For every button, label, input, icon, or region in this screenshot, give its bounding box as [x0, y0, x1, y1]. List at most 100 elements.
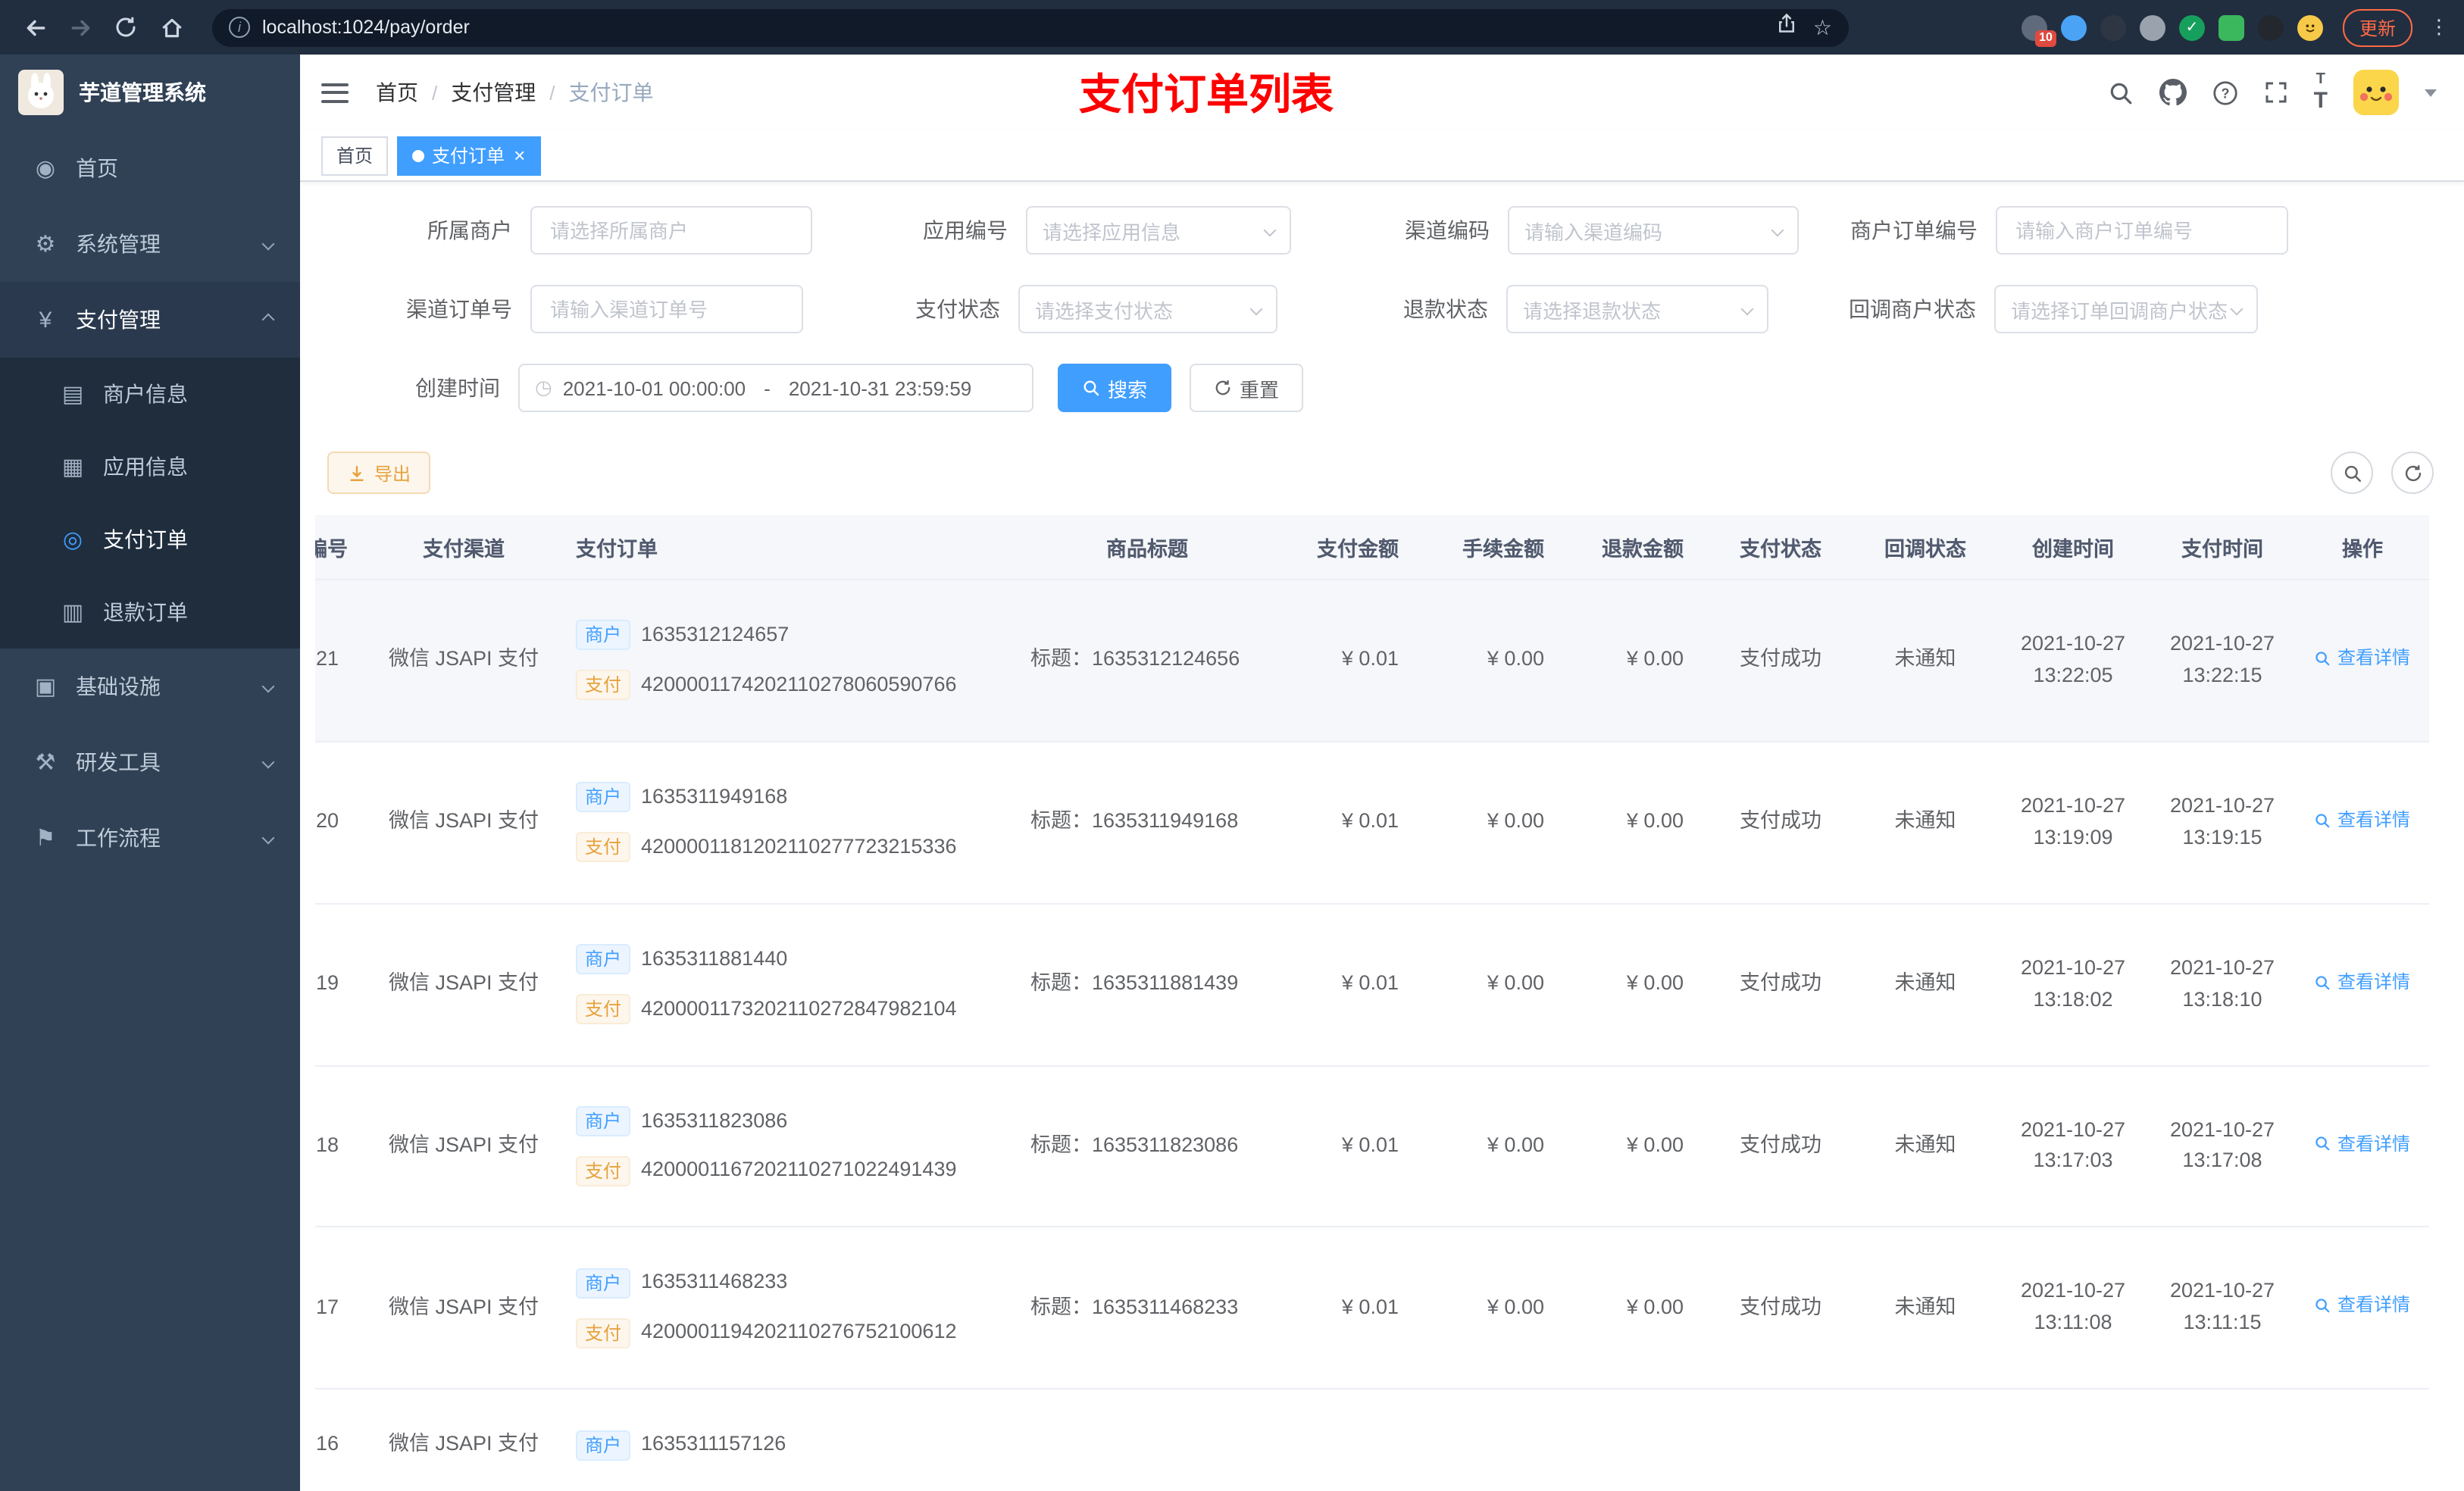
view-detail-link[interactable]: 查看详情: [2315, 1292, 2410, 1320]
tab-close-icon[interactable]: ×: [514, 145, 525, 165]
pay-order-no: 4200001173202110272847982104: [641, 996, 957, 1020]
search-button[interactable]: 搜索: [1058, 364, 1172, 412]
extension-chat-icon[interactable]: [2218, 14, 2244, 40]
chevron-up-icon: [261, 313, 275, 327]
cell-no: 20: [315, 741, 364, 905]
app-header: 首页 / 支付管理 / 支付订单 支付订单列表 ? TT: [300, 55, 2464, 130]
filter-label: 渠道订单号: [406, 297, 512, 321]
breadcrumb-item[interactable]: 首页: [376, 77, 418, 108]
extension-dark-icon[interactable]: [2100, 14, 2126, 40]
cell-fee: ¥ 0.00: [1423, 741, 1568, 905]
export-button[interactable]: 导出: [327, 452, 431, 494]
sidebar-item-app-info[interactable]: ▦ 应用信息: [0, 430, 300, 503]
reset-button[interactable]: 重置: [1190, 364, 1304, 412]
merchant-order-no: 1635311468233: [641, 1270, 788, 1293]
orders-table-wrap: 编号支付渠道支付订单商品标题支付金额手续金额退款金额支付状态回调状态创建时间支付…: [315, 515, 2449, 1491]
tag-merchant: 商户: [576, 1430, 631, 1461]
create-clock: 13:18:02: [2033, 987, 2113, 1011]
bookmark-icon[interactable]: ☆: [1813, 14, 1832, 40]
cell-create-time: 2021-10-27 13:18:02: [1997, 903, 2149, 1067]
table-toolbar: 导出: [300, 442, 2464, 515]
chevron-down-icon: [1249, 302, 1263, 316]
search-icon: [2316, 652, 2331, 666]
submenu-payment: ▤ 商户信息 ▦ 应用信息 ◎ 支付订单 ▥ 退款订单: [0, 358, 300, 649]
toggle-search-button[interactable]: [2331, 452, 2373, 494]
breadcrumb-item[interactable]: 支付管理: [451, 77, 536, 108]
extension-blue-icon[interactable]: [2060, 14, 2087, 40]
cell-fee: ¥ 0.00: [1423, 1227, 1568, 1390]
sidebar-item-pay-order[interactable]: ◎ 支付订单: [0, 503, 300, 576]
extension-gray-icon[interactable]: [2139, 14, 2165, 40]
filter-input[interactable]: [1996, 206, 2288, 255]
date-range-input[interactable]: ◷ 2021-10-01 00:00:00-2021-10-31 23:59:59: [518, 364, 1033, 412]
sidebar-item-refund-order[interactable]: ▥ 退款订单: [0, 576, 300, 649]
merchant-order-no: 1635311157126: [641, 1432, 786, 1455]
filter-input[interactable]: [530, 206, 812, 255]
reload-icon[interactable]: [106, 8, 145, 47]
sidebar-item-home[interactable]: ◉ 首页: [0, 130, 300, 206]
table-row: 19 微信 JSAPI 支付 商户 1635311881440 支付 4200001173…: [315, 903, 2429, 1067]
cell-status: [1708, 1389, 1853, 1491]
view-detail-link[interactable]: 查看详情: [2315, 644, 2410, 672]
forward-icon[interactable]: [61, 8, 100, 47]
view-detail-label: 查看详情: [2337, 1133, 2410, 1155]
view-detail-link[interactable]: 查看详情: [2315, 1130, 2410, 1158]
view-detail-link[interactable]: 查看详情: [2315, 806, 2410, 834]
back-icon[interactable]: [15, 8, 55, 47]
sidebar-item-label: 退款订单: [103, 600, 188, 624]
extension-face-icon[interactable]: [2297, 14, 2323, 40]
github-icon[interactable]: [2159, 79, 2187, 106]
sidebar-item-label: 研发工具: [76, 750, 161, 774]
cell-refund: ¥ 0.00: [1568, 1065, 1708, 1228]
view-detail-link[interactable]: 查看详情: [2315, 968, 2410, 996]
cell-pay-time: 2021-10-27 13:19:15: [2149, 741, 2296, 905]
chevron-down-icon[interactable]: [2425, 89, 2437, 96]
user-avatar[interactable]: [2353, 70, 2399, 115]
filter-select[interactable]: 请输入渠道编码: [1508, 206, 1799, 255]
url-bar[interactable]: i localhost:1024/pay/order ☆: [212, 8, 1849, 46]
sidebar-item-dev-tools[interactable]: ⚒ 研发工具: [0, 724, 300, 800]
filter-select[interactable]: 请选择订单回调商户状态: [1994, 285, 2258, 333]
help-icon[interactable]: ?: [2212, 80, 2238, 105]
sidebar-item-infrastructure[interactable]: ▣ 基础设施: [0, 649, 300, 724]
sidebar-item-workflow[interactable]: ⚑ 工作流程: [0, 800, 300, 876]
update-button[interactable]: 更新: [2342, 8, 2412, 46]
filter-select[interactable]: 请选择退款状态: [1506, 285, 1768, 333]
pay-clock: 13:18:10: [2182, 987, 2262, 1011]
tag-pay: 支付: [576, 994, 631, 1025]
pay-date: 2021-10-27: [2169, 1117, 2275, 1141]
browser-menu-icon[interactable]: ⋮: [2429, 15, 2449, 39]
app-grid-icon: ▦: [61, 455, 84, 480]
filter-input[interactable]: [530, 285, 803, 333]
filter-select[interactable]: 请选择支付状态: [1018, 285, 1277, 333]
refresh-table-button[interactable]: [2391, 452, 2434, 494]
extension-check-icon[interactable]: ✓: [2178, 14, 2205, 40]
home-icon[interactable]: [152, 8, 191, 47]
sidebar-item-payment[interactable]: ¥ 支付管理: [0, 282, 300, 358]
cell-notify: [1853, 1389, 1997, 1491]
tab-pay-order[interactable]: 支付订单 ×: [397, 136, 541, 175]
extensions-puzzle-icon[interactable]: 10: [2021, 14, 2056, 46]
extension-pin-icon[interactable]: [2257, 14, 2284, 40]
search-icon: [2316, 975, 2331, 989]
cell-create-time: 2021-10-27 13:19:09: [1997, 741, 2149, 905]
site-info-icon[interactable]: i: [229, 17, 250, 38]
order-no: 20: [315, 809, 339, 833]
select-placeholder: 请选择应用信息: [1043, 220, 1181, 243]
search-icon[interactable]: [2108, 80, 2134, 105]
cell-status: 支付成功: [1708, 903, 1853, 1067]
create-clock: 13:17:03: [2033, 1149, 2113, 1172]
cell-create-time: 2021-10-27 13:17:03: [1997, 1065, 2149, 1228]
sidebar-item-system[interactable]: ⚙ 系统管理: [0, 206, 300, 282]
font-size-icon[interactable]: TT: [2314, 72, 2328, 112]
fullscreen-icon[interactable]: [2264, 80, 2288, 105]
filter-select[interactable]: 请选择应用信息: [1026, 206, 1291, 255]
select-placeholder: 请选择退款状态: [1523, 299, 1662, 322]
breadcrumb-item[interactable]: 支付订单: [569, 77, 654, 108]
tab-home[interactable]: 首页: [321, 136, 389, 175]
hamburger-icon[interactable]: [321, 77, 349, 108]
sidebar-item-merchant-info[interactable]: ▤ 商户信息: [0, 358, 300, 430]
filter-label: 支付状态: [915, 297, 1000, 321]
share-icon[interactable]: [1777, 12, 1798, 42]
pay-amount: ¥ 0.01: [1341, 1295, 1399, 1318]
